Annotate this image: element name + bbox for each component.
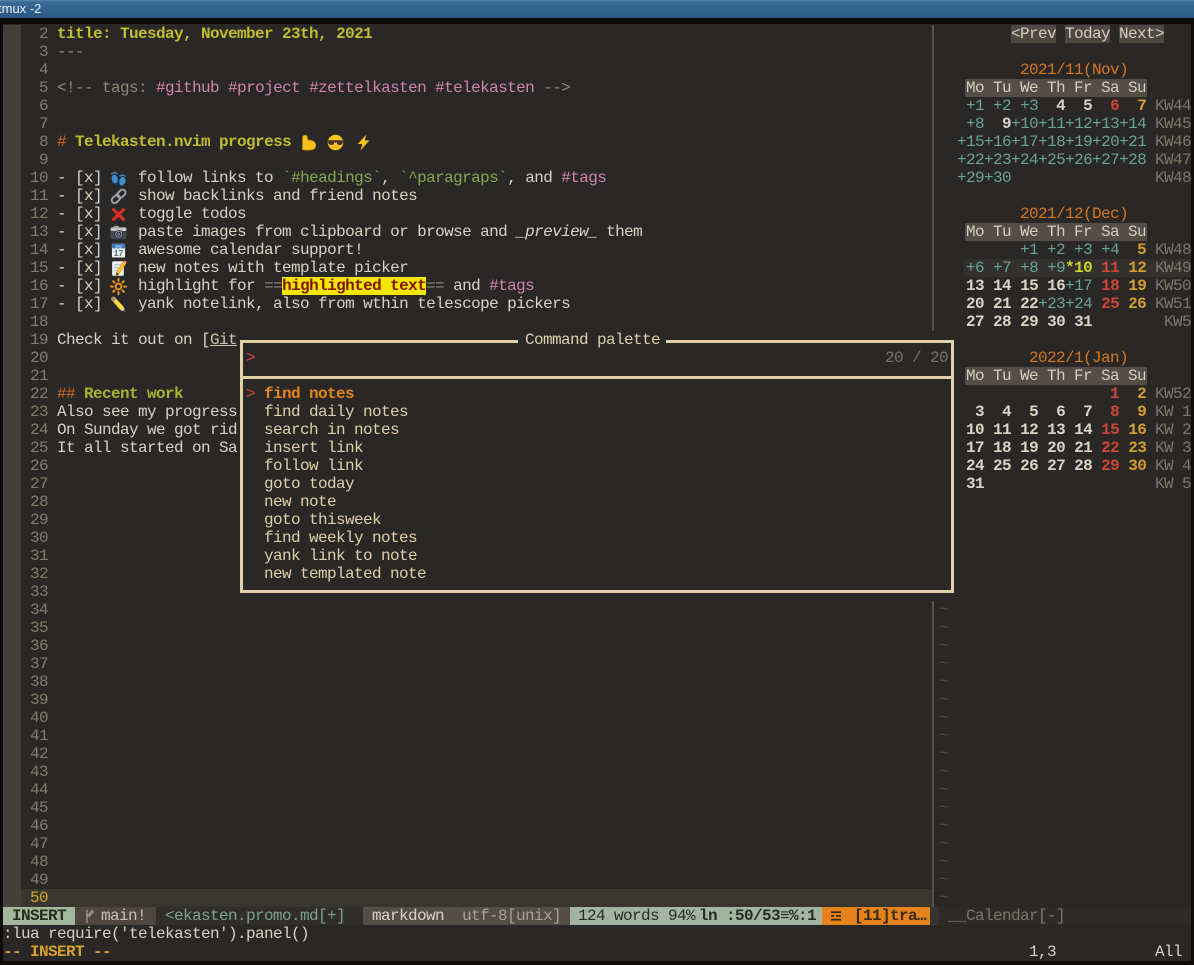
svg-text:17: 17 bbox=[114, 248, 124, 258]
svg-text:July: July bbox=[115, 244, 122, 248]
